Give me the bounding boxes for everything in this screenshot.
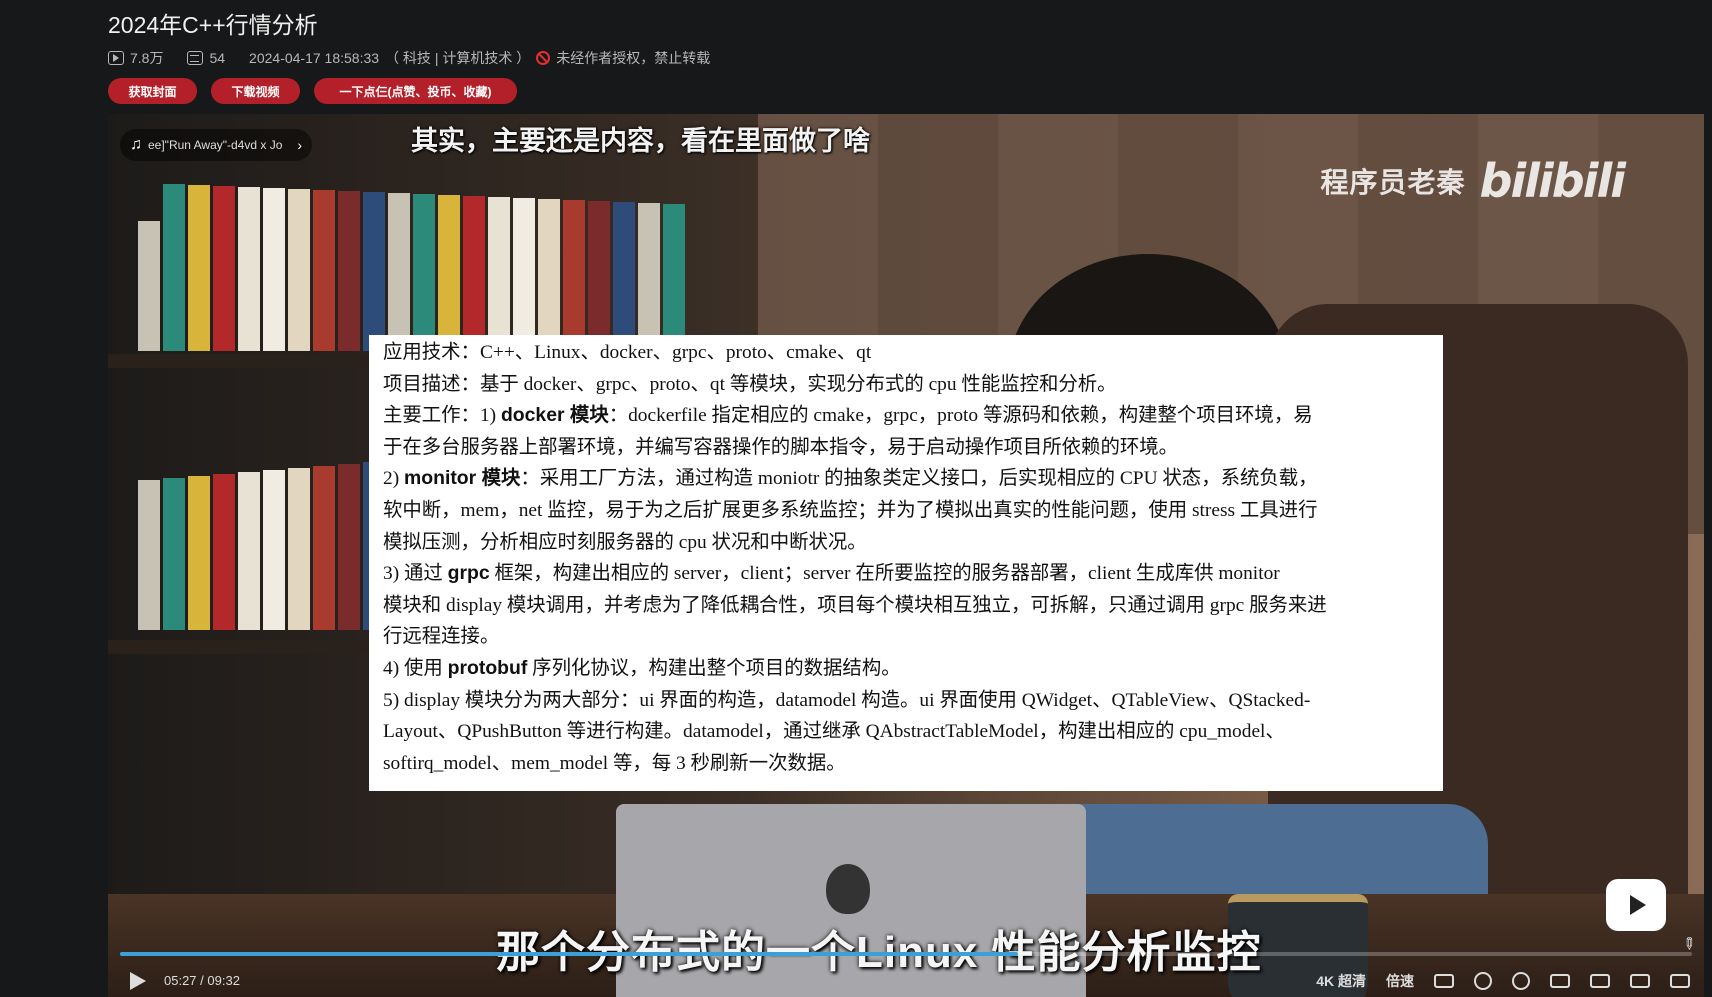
play-button[interactable] xyxy=(130,971,146,990)
play-count-icon xyxy=(108,51,124,65)
action-buttons: 获取封面 下载视频 一下点仨(点赞、投币、收藏) xyxy=(108,78,517,104)
chevron-right-icon: › xyxy=(297,137,302,153)
picture-in-picture-icon[interactable] xyxy=(1550,973,1570,988)
time-display: 05:27 / 09:32 xyxy=(164,973,240,988)
resume-line: 于在多台服务器上部署环境，并编写容器操作的脚本指令，易于启动操作项目所依赖的环境… xyxy=(383,436,1179,458)
resume-line: 主要工作：1) docker 模块：dockerfile 指定相应的 cmake… xyxy=(383,404,1313,427)
triple-action-button[interactable]: 一下点仨(点赞、投币、收藏) xyxy=(314,78,517,104)
download-video-button[interactable]: 下载视频 xyxy=(211,78,300,104)
video-title: 2024年C++行情分析 xyxy=(108,12,318,38)
resume-line: Layout、QPushButton 等进行构建。datamodel，通过继承 … xyxy=(383,721,1285,743)
danmaku-count: 54 xyxy=(209,50,226,66)
resume-line: 模块和 display 模块调用，并考虑为了降低耦合性，项目每个模块相互独立，可… xyxy=(383,594,1327,616)
book-spine xyxy=(213,186,235,351)
book-spine xyxy=(313,190,335,351)
publish-datetime: 2024-04-17 18:58:33 xyxy=(249,50,380,66)
book-spine xyxy=(488,197,510,351)
book-spine xyxy=(563,200,585,351)
book-spine xyxy=(588,201,610,351)
video-player[interactable]: ♫ ee]"Run Away"-d4vd x Jo › 其实，主要还是内容，看在… xyxy=(108,114,1704,997)
video-category: （ 科技 | 计算机技术 ） xyxy=(385,50,531,66)
book-spine xyxy=(188,185,210,351)
copyright-notice: 未经作者授权，禁止转载 xyxy=(556,50,711,66)
music-title: ee]"Run Away"-d4vd x Jo xyxy=(148,138,283,152)
progress-fill xyxy=(120,952,1018,956)
book-spine xyxy=(338,464,360,630)
resume-line: 项目描述：基于 docker、grpc、proto、qt 等模块，实现分布式的 … xyxy=(383,373,1117,395)
book-spine xyxy=(263,188,285,351)
book-spine xyxy=(238,187,260,351)
quality-button[interactable]: 4K 超清 xyxy=(1316,971,1366,991)
book-spine xyxy=(663,204,685,351)
book-spine xyxy=(413,194,435,351)
book-spine xyxy=(438,195,460,351)
no-repost-icon xyxy=(536,51,551,65)
subtitle-top: 其实，主要还是内容，看在里面做了啥 xyxy=(411,126,870,156)
book-spine xyxy=(188,476,210,630)
music-note-icon: ♫ xyxy=(130,136,142,153)
resume-line: 模拟压测，分析相应时刻服务器的 cpu 状况和中断状况。 xyxy=(383,531,867,553)
resume-line: 3) 通过 grpc 框架，构建出相应的 server，client；serve… xyxy=(383,562,1280,585)
resume-line: 行远程连接。 xyxy=(383,626,500,648)
fullscreen-icon[interactable] xyxy=(1670,973,1690,988)
view-count: 7.8万 xyxy=(130,50,164,66)
resume-line: 5) display 模块分为两大部分：ui 界面的构造，datamodel 构… xyxy=(383,689,1311,711)
book-spine xyxy=(363,192,385,351)
mini-player-icon[interactable] xyxy=(1606,879,1666,931)
settings-gear-icon[interactable] xyxy=(1512,971,1530,990)
current-time: 05:27 xyxy=(164,973,197,988)
book-spine xyxy=(138,480,160,630)
book-spine xyxy=(388,193,410,351)
book-spine xyxy=(288,468,310,630)
bookshelf-top xyxy=(138,184,685,351)
book-spine xyxy=(213,474,235,630)
right-controls: 4K 超清 倍速 xyxy=(1316,964,1690,997)
video-meta: 7.8万 54 2024-04-17 18:58:33 （ 科技 | 计算机技术… xyxy=(108,48,710,68)
music-tag[interactable]: ♫ ee]"Run Away"-d4vd x Jo › xyxy=(120,129,312,161)
book-spine xyxy=(138,221,160,351)
resume-line: 2) monitor 模块：采用工厂方法，通过构造 moniotr 的抽象类定义… xyxy=(383,467,1318,490)
speed-button[interactable]: 倍速 xyxy=(1386,971,1414,991)
volume-icon[interactable] xyxy=(1474,971,1492,990)
resume-line: 4) 使用 protobuf 序列化协议，构建出整个项目的数据结构。 xyxy=(383,656,901,679)
watermark-author: 程序员老秦 xyxy=(1320,167,1466,198)
duration: 09:32 xyxy=(207,973,240,988)
book-spine xyxy=(163,184,185,351)
book-spine xyxy=(538,199,560,351)
time-separator: / xyxy=(200,973,204,988)
book-spine xyxy=(238,472,260,630)
resume-overlay: 应用技术：C++、Linux、docker、grpc、proto、cmake、q… xyxy=(369,335,1443,791)
get-cover-button[interactable]: 获取封面 xyxy=(108,78,197,104)
danmaku-icon xyxy=(187,51,204,65)
book-spine xyxy=(613,202,635,351)
web-fullscreen-icon[interactable] xyxy=(1630,973,1650,988)
book-spine xyxy=(463,196,485,351)
book-spine xyxy=(313,466,335,630)
bilibili-logo: bilibili xyxy=(1479,154,1626,208)
player-controls: 05:27 / 09:32 4K 超清 倍速 xyxy=(108,964,1704,997)
resume-line: 应用技术：C++、Linux、docker、grpc、proto、cmake、q… xyxy=(383,342,872,363)
channel-watermark: 程序员老秦 bilibili xyxy=(1320,154,1626,208)
book-spine xyxy=(163,478,185,630)
book-spine xyxy=(263,470,285,630)
widescreen-icon[interactable] xyxy=(1590,973,1610,988)
book-spine xyxy=(338,191,360,351)
resume-line: 软中断，mem，net 监控，易于为之后扩展更多系统监控；并为了模拟出真实的性能… xyxy=(383,499,1318,521)
progress-bar[interactable] xyxy=(120,952,1692,956)
subtitle-toggle-icon[interactable] xyxy=(1434,973,1454,988)
book-spine xyxy=(288,189,310,351)
apple-logo-icon xyxy=(826,864,870,914)
book-spine xyxy=(513,198,535,351)
resume-line: softirq_model、mem_model 等，每 3 秒刷新一次数据。 xyxy=(383,752,846,774)
book-spine xyxy=(638,203,660,351)
